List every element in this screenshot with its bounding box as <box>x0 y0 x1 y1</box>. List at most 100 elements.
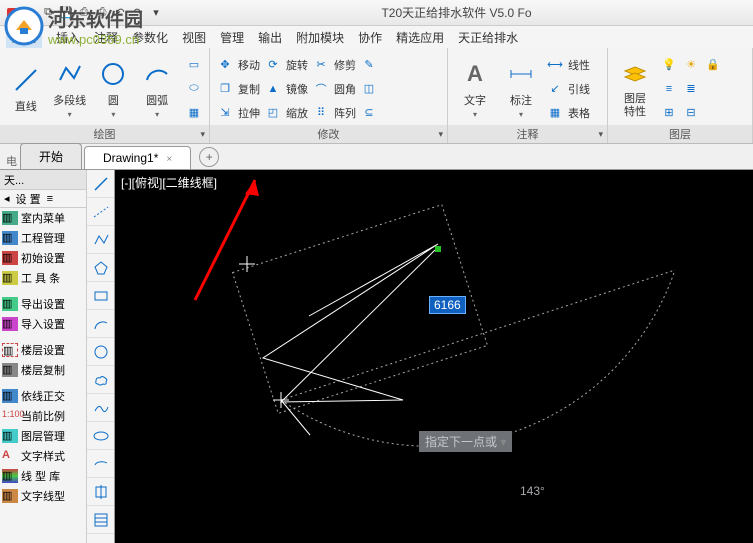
rectangle-icon[interactable]: ▭ <box>185 56 203 74</box>
ts-revcloud-icon[interactable] <box>87 366 114 394</box>
ribbon: 直线 多段线▾ 圆▾ 圆弧▾ ▭ ⬭ ▦ 绘图 ▾ <box>0 48 753 144</box>
pal-item-layermgr[interactable]: ▥图层管理 <box>0 426 86 446</box>
ts-rect-icon[interactable] <box>87 282 114 310</box>
ts-ellipse-icon[interactable] <box>87 422 114 450</box>
polyline-icon <box>54 58 86 90</box>
offset-icon[interactable]: ⊆ <box>360 104 378 122</box>
tab-output[interactable]: 输出 <box>258 29 282 46</box>
circle-button[interactable]: 圆▾ <box>94 58 134 119</box>
tab-featured[interactable]: 精选应用 <box>396 29 444 46</box>
erase-icon[interactable]: ✎ <box>360 56 378 74</box>
palette-head[interactable]: ◂ 设 置 ≡ <box>0 190 86 208</box>
tab-annotate[interactable]: 注释 <box>94 29 118 46</box>
pal-item-linetype[interactable]: ▥线 型 库 <box>0 466 86 486</box>
table-icon[interactable]: ▦ <box>546 104 564 122</box>
ts-spline-icon[interactable] <box>87 394 114 422</box>
arc-button[interactable]: 圆弧▾ <box>137 58 177 119</box>
pal-item-textstyle[interactable]: A文字样式 <box>0 446 86 466</box>
linear-dim-icon[interactable]: ⟷ <box>546 56 564 74</box>
drawing-content <box>115 170 753 543</box>
tab-drawing1[interactable]: Drawing1*× <box>84 146 191 169</box>
ts-xline-icon[interactable] <box>87 198 114 226</box>
qat-dropdown-icon[interactable]: ▾ <box>148 5 164 21</box>
tab-start[interactable]: 开始 <box>20 143 82 169</box>
layer-tool4-icon[interactable]: ⊟ <box>682 104 700 122</box>
saveas-icon[interactable]: ⎙ <box>76 5 92 21</box>
ts-arc-icon[interactable] <box>87 310 114 338</box>
dimension-icon <box>505 58 537 90</box>
tab-parametric[interactable]: 参数化 <box>132 29 168 46</box>
save-icon[interactable]: 💾 <box>58 5 74 21</box>
trim-icon[interactable]: ✂ <box>312 56 330 74</box>
new-tab-button[interactable]: + <box>199 147 219 167</box>
pal-item-floor-copy[interactable]: ▥楼层复制 <box>0 360 86 380</box>
draw-tool-strip <box>86 170 114 543</box>
ts-line-icon[interactable] <box>87 170 114 198</box>
pal-item-floor-set[interactable]: ▥楼层设置 <box>0 340 86 360</box>
undo-icon[interactable]: ↶ <box>112 5 128 21</box>
close-icon[interactable]: × <box>166 154 172 165</box>
ts-hatch-icon[interactable] <box>87 506 114 534</box>
drawing-canvas[interactable]: [-][俯视][二维线框] 6166 指定下一点或 ▾ 143° <box>115 170 753 543</box>
layer-tool1-icon[interactable]: ≡ <box>660 80 678 98</box>
layer-lock-icon[interactable]: 🔒 <box>704 56 722 74</box>
print-icon[interactable]: ⎙ <box>94 5 110 21</box>
redo-icon[interactable]: ↷ <box>130 5 146 21</box>
ts-ellipsearc-icon[interactable] <box>87 450 114 478</box>
polyline-button[interactable]: 多段线▾ <box>50 58 90 119</box>
panel-layer-label: 图层 <box>608 125 752 143</box>
pal-item-scale[interactable]: 1:100当前比例 <box>0 406 86 426</box>
leader-icon[interactable]: ↙ <box>546 80 564 98</box>
line-button[interactable]: 直线 <box>6 64 46 114</box>
layer-properties-button[interactable]: 图层特性 <box>614 59 656 117</box>
open-icon[interactable]: ⧉ <box>40 5 56 21</box>
move-icon[interactable]: ✥ <box>216 56 234 74</box>
pal-item-project[interactable]: ▥工程管理 <box>0 228 86 248</box>
pal-item-toolbar[interactable]: ▥工 具 条 <box>0 268 86 288</box>
new-icon[interactable]: ▫ <box>22 5 38 21</box>
layer-tool3-icon[interactable]: ⊞ <box>660 104 678 122</box>
panel-modify: ✥移动 ❐复制 ⇲拉伸 ⟳旋转 ▲镜像 ◰缩放 ✂修剪 ⌒圆角 ⠿阵列 ✎ ◫ … <box>210 48 448 143</box>
tab-collab[interactable]: 协作 <box>358 29 382 46</box>
explode-icon[interactable]: ◫ <box>360 80 378 98</box>
panel-modify-label: 修改 ▾ <box>210 125 447 143</box>
mirror-icon[interactable]: ▲ <box>264 80 282 98</box>
app-menu-icon[interactable] <box>4 5 20 21</box>
text-button[interactable]: A 文字▾ <box>454 58 496 119</box>
pal-item-export[interactable]: ▥导出设置 <box>0 294 86 314</box>
tab-view[interactable]: 视图 <box>182 29 206 46</box>
layer-freeze-icon[interactable]: ☀ <box>682 56 700 74</box>
array-icon[interactable]: ⠿ <box>312 104 330 122</box>
arc-icon <box>141 58 173 90</box>
panel-annotation: A 文字▾ 标注▾ ⟷线性 ↙引线 ▦表格 注释 ▾ <box>448 48 608 143</box>
tab-default[interactable]: 默认 <box>6 27 42 48</box>
dimension-input[interactable]: 6166 <box>429 296 466 314</box>
tab-scroll-left[interactable]: 电 <box>6 153 20 169</box>
copy-icon[interactable]: ❐ <box>216 80 234 98</box>
ellipse-icon[interactable]: ⬭ <box>185 80 203 98</box>
stretch-icon[interactable]: ⇲ <box>216 104 234 122</box>
scale-icon[interactable]: ◰ <box>264 104 282 122</box>
pal-item-textline[interactable]: ▥文字线型 <box>0 486 86 506</box>
layer-state-icon[interactable]: 💡 <box>660 56 678 74</box>
tab-tianzheng[interactable]: 天正给排水 <box>458 29 518 46</box>
pal-item-import[interactable]: ▥导入设置 <box>0 314 86 334</box>
hatch-icon[interactable]: ▦ <box>185 104 203 122</box>
pal-item-init[interactable]: ▥初始设置 <box>0 248 86 268</box>
tab-addins[interactable]: 附加模块 <box>296 29 344 46</box>
pal-item-ortho[interactable]: ▥依线正交 <box>0 386 86 406</box>
ts-insert-icon[interactable] <box>87 478 114 506</box>
ts-circle-icon[interactable] <box>87 338 114 366</box>
drawing-tabs: 电 开始 Drawing1*× + <box>0 144 753 170</box>
dimension-button[interactable]: 标注▾ <box>500 58 542 119</box>
layer-tool2-icon[interactable]: ≣ <box>682 80 700 98</box>
tab-insert[interactable]: 插入 <box>56 29 80 46</box>
ts-polyline-icon[interactable] <box>87 226 114 254</box>
pal-item-indoor[interactable]: ▥室内菜单 <box>0 208 86 228</box>
tab-manage[interactable]: 管理 <box>220 29 244 46</box>
fillet-icon[interactable]: ⌒ <box>312 80 330 98</box>
ts-polygon-icon[interactable] <box>87 254 114 282</box>
rotate-icon[interactable]: ⟳ <box>264 56 282 74</box>
palette-title: 天... <box>0 170 86 190</box>
layer-properties-icon <box>619 59 651 91</box>
